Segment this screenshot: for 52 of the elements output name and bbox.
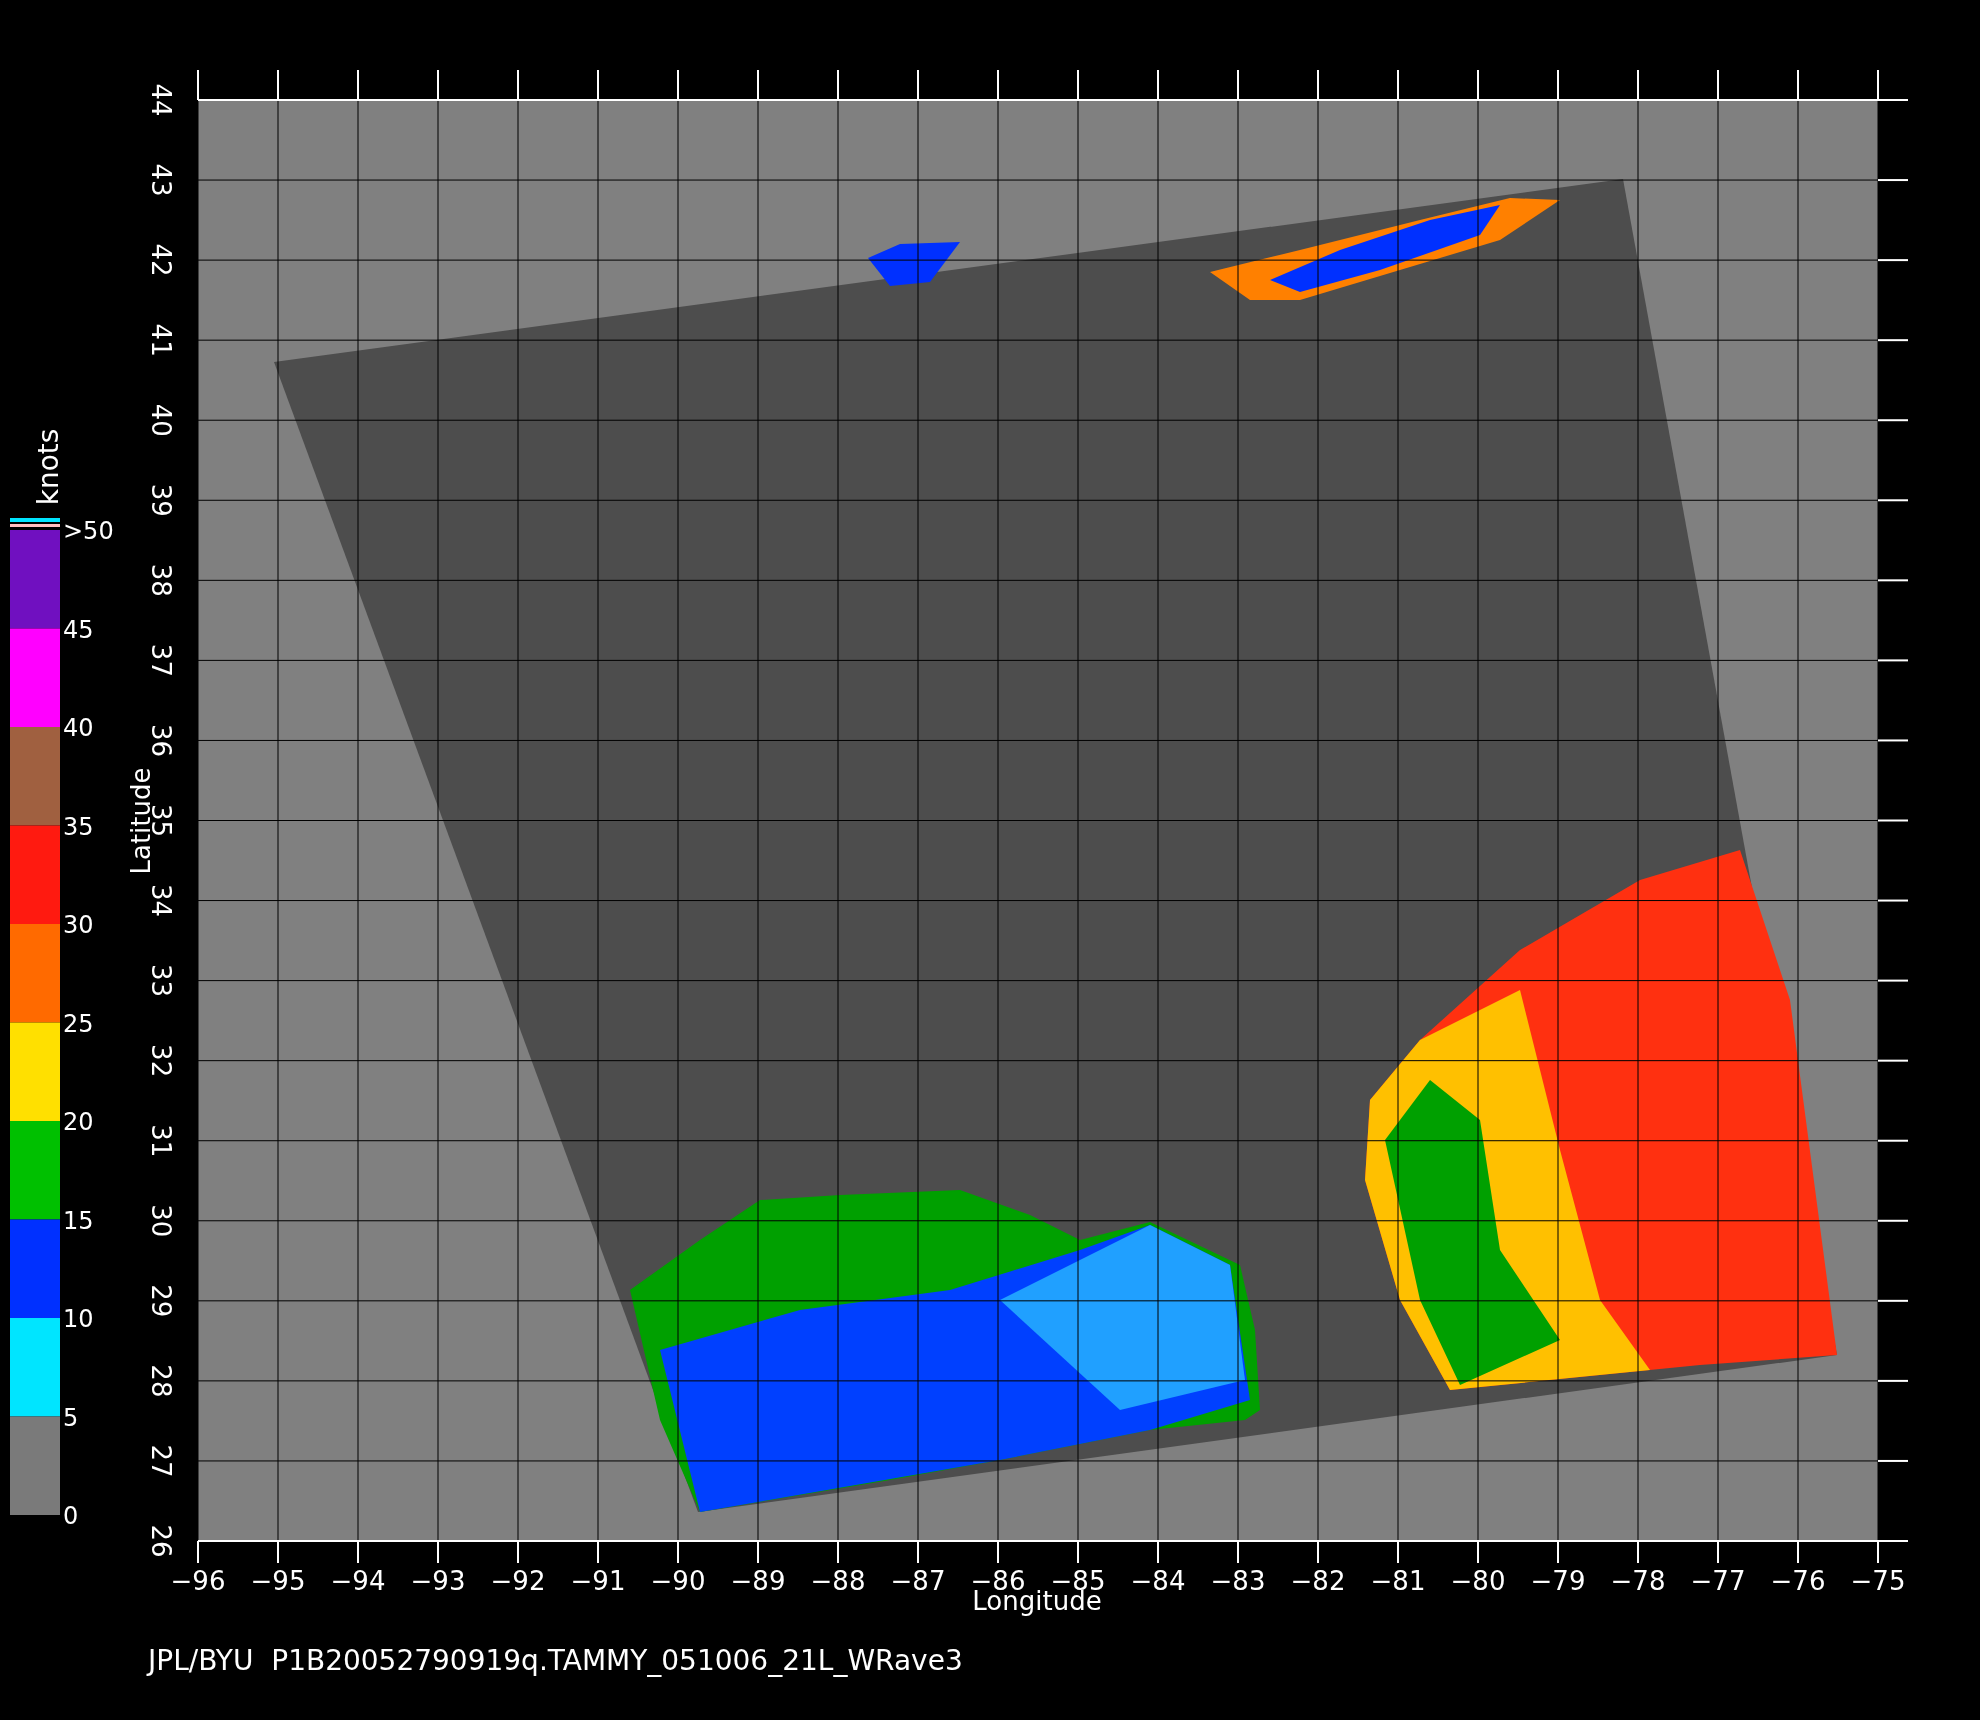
latitude-tick-label: 28 xyxy=(146,1364,176,1398)
latitude-tick-label: 39 xyxy=(146,483,176,517)
longitude-tick-label: −82 xyxy=(1290,1566,1346,1596)
longitude-tick-label: −94 xyxy=(330,1566,386,1596)
latitude-tick-label: 37 xyxy=(146,643,176,677)
latitude-tick-label: 42 xyxy=(146,243,176,277)
colorbar-label: 0 xyxy=(63,1502,79,1530)
longitude-tick-label: −90 xyxy=(650,1566,706,1596)
colorbar-unit: knots xyxy=(32,428,65,506)
colorbar-label: 5 xyxy=(63,1403,79,1432)
latitude-tick-label: 43 xyxy=(146,163,176,197)
longitude-tick-label: −75 xyxy=(1850,1566,1906,1596)
longitude-tick-label: −89 xyxy=(730,1566,786,1596)
latitude-tick-label: 30 xyxy=(146,1204,176,1238)
latitude-tick-label: 27 xyxy=(146,1444,176,1478)
latitude-tick-label: 34 xyxy=(146,884,176,918)
longitude-tick-label: −79 xyxy=(1530,1566,1586,1596)
latitude-tick-label: 40 xyxy=(146,403,176,437)
image-caption: JPL/BYU P1B20052790919q.TAMMY_051006_21L_WRave3 xyxy=(148,1644,963,1677)
colorbar-label: 25 xyxy=(63,1009,94,1038)
latitude-tick-label: 41 xyxy=(146,323,176,357)
longitude-tick-label: −80 xyxy=(1450,1566,1506,1596)
colorbar-label: 45 xyxy=(63,615,94,644)
latitude-tick-label: 31 xyxy=(146,1124,176,1158)
colorbar-label: 30 xyxy=(63,911,94,939)
longitude-tick-label: −93 xyxy=(410,1566,466,1596)
latitude-tick-label: 29 xyxy=(146,1284,176,1318)
colorbar-label: 10 xyxy=(63,1305,94,1333)
longitude-tick-label: −95 xyxy=(250,1566,306,1596)
longitude-tick-label: −77 xyxy=(1690,1566,1746,1596)
colorbar-label: 35 xyxy=(63,812,94,841)
longitude-tick-label: −87 xyxy=(890,1566,946,1596)
latitude-tick-label: 33 xyxy=(146,964,176,998)
longitude-tick-label: −78 xyxy=(1610,1566,1666,1596)
longitude-tick-label: −91 xyxy=(570,1566,626,1596)
latitude-tick-label: 44 xyxy=(146,83,176,117)
colorbar-label: 40 xyxy=(63,714,94,742)
latitude-tick-label: 36 xyxy=(146,723,176,757)
longitude-tick-label: −81 xyxy=(1370,1566,1426,1596)
longitude-tick-label: −96 xyxy=(170,1566,226,1596)
longitude-tick-label: −83 xyxy=(1210,1566,1266,1596)
longitude-tick-label: −88 xyxy=(810,1566,866,1596)
longitude-tick-label: −84 xyxy=(1130,1566,1186,1596)
colorbar-label: 15 xyxy=(63,1206,94,1235)
latitude-tick-label: 32 xyxy=(146,1044,176,1078)
colorbar-label: 20 xyxy=(63,1108,94,1136)
longitude-tick-label: −76 xyxy=(1770,1566,1826,1596)
latitude-tick-label: 38 xyxy=(146,563,176,597)
longitude-tick-label: −92 xyxy=(490,1566,546,1596)
colorbar-label: >50 xyxy=(63,517,114,545)
latitude-tick-label: 26 xyxy=(146,1524,176,1558)
colorbar-top-stripe xyxy=(10,518,60,527)
